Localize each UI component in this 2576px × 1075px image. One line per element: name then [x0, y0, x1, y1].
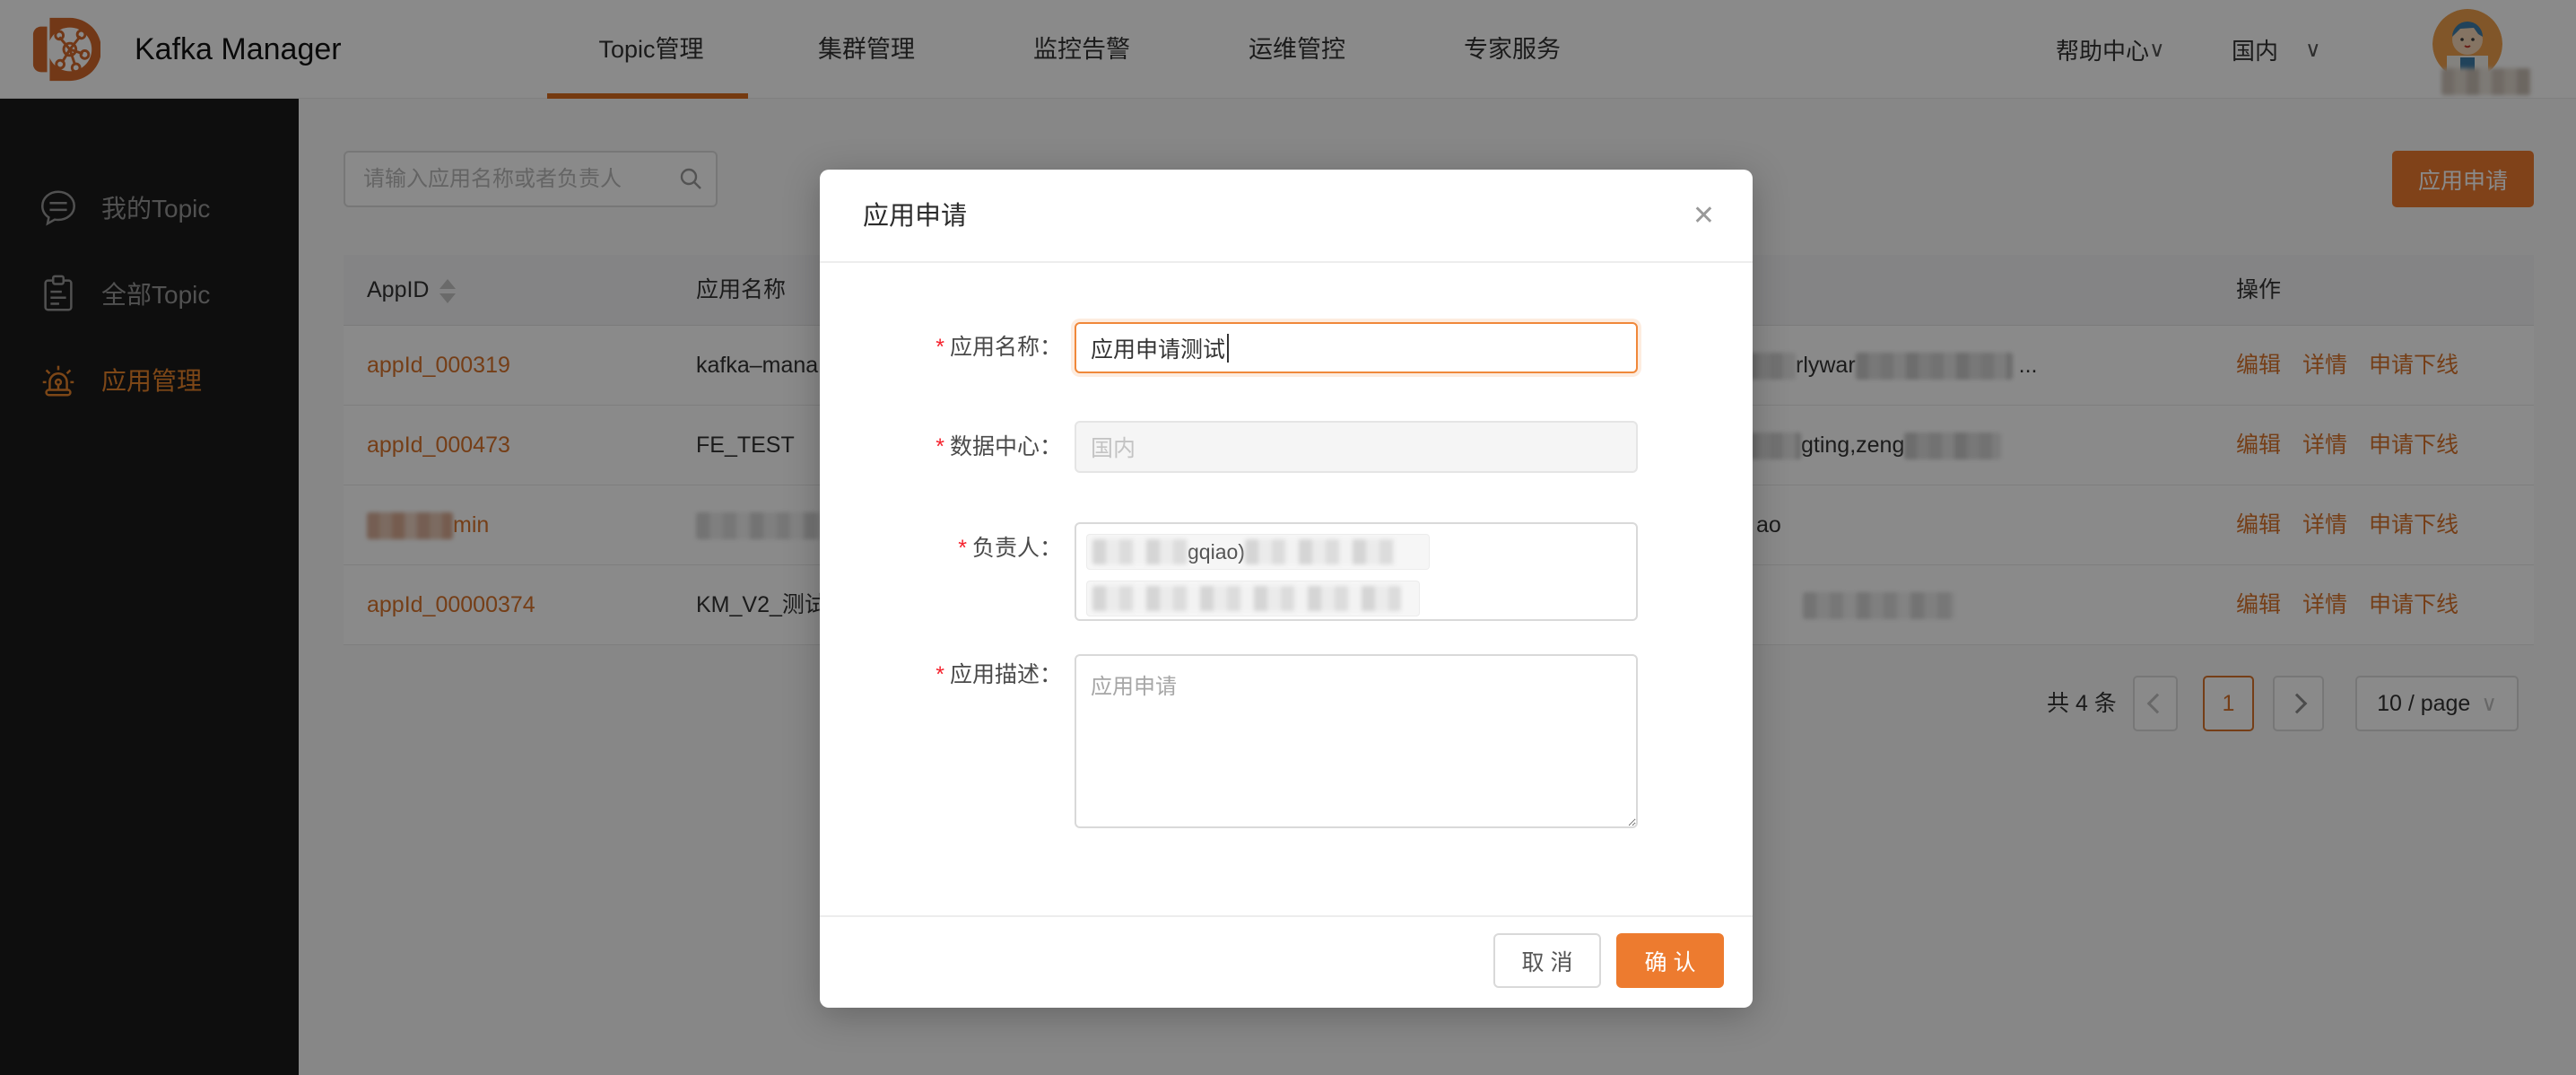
data-center-label: *数据中心： [829, 432, 1062, 462]
modal-footer-divider [820, 915, 1753, 917]
app-request-modal: 应用申请 ✕ *应用名称： 应用申请测试 *数据中心： *负责人： gqiao) [820, 170, 1753, 1008]
owners-label: *负责人： [829, 533, 1062, 564]
app-name-label: *应用名称： [829, 332, 1062, 363]
app-name-value: 应用申请测试 [1091, 332, 1225, 364]
close-icon[interactable]: ✕ [1693, 170, 1715, 263]
modal-header: 应用申请 ✕ [820, 170, 1753, 263]
required-mark: * [958, 536, 967, 561]
owners-multiselect[interactable]: gqiao) [1075, 522, 1638, 621]
cancel-button[interactable]: 取 消 [1493, 933, 1601, 988]
required-mark: * [936, 335, 944, 360]
required-mark: * [936, 662, 944, 687]
app-description-textarea[interactable] [1075, 654, 1638, 828]
text-cursor [1227, 334, 1229, 363]
owner-tag[interactable] [1086, 581, 1420, 616]
required-mark: * [936, 434, 944, 459]
app-name-input[interactable]: 应用申请测试 [1075, 322, 1638, 373]
kafka-manager-app: Kafka Manager Topic管理 集群管理 监控告警 运维管控 专家服… [0, 0, 2576, 1075]
owner-tag-visible-text: gqiao) [1188, 540, 1245, 564]
modal-title: 应用申请 [863, 170, 967, 263]
blurred-text [1092, 539, 1188, 564]
app-description-label: *应用描述： [829, 660, 1062, 690]
confirm-button[interactable]: 确 认 [1616, 933, 1724, 988]
blurred-text [1245, 539, 1396, 564]
data-center-input[interactable] [1075, 421, 1638, 473]
blurred-text [1092, 586, 1401, 611]
owner-tag[interactable]: gqiao) [1086, 534, 1430, 570]
